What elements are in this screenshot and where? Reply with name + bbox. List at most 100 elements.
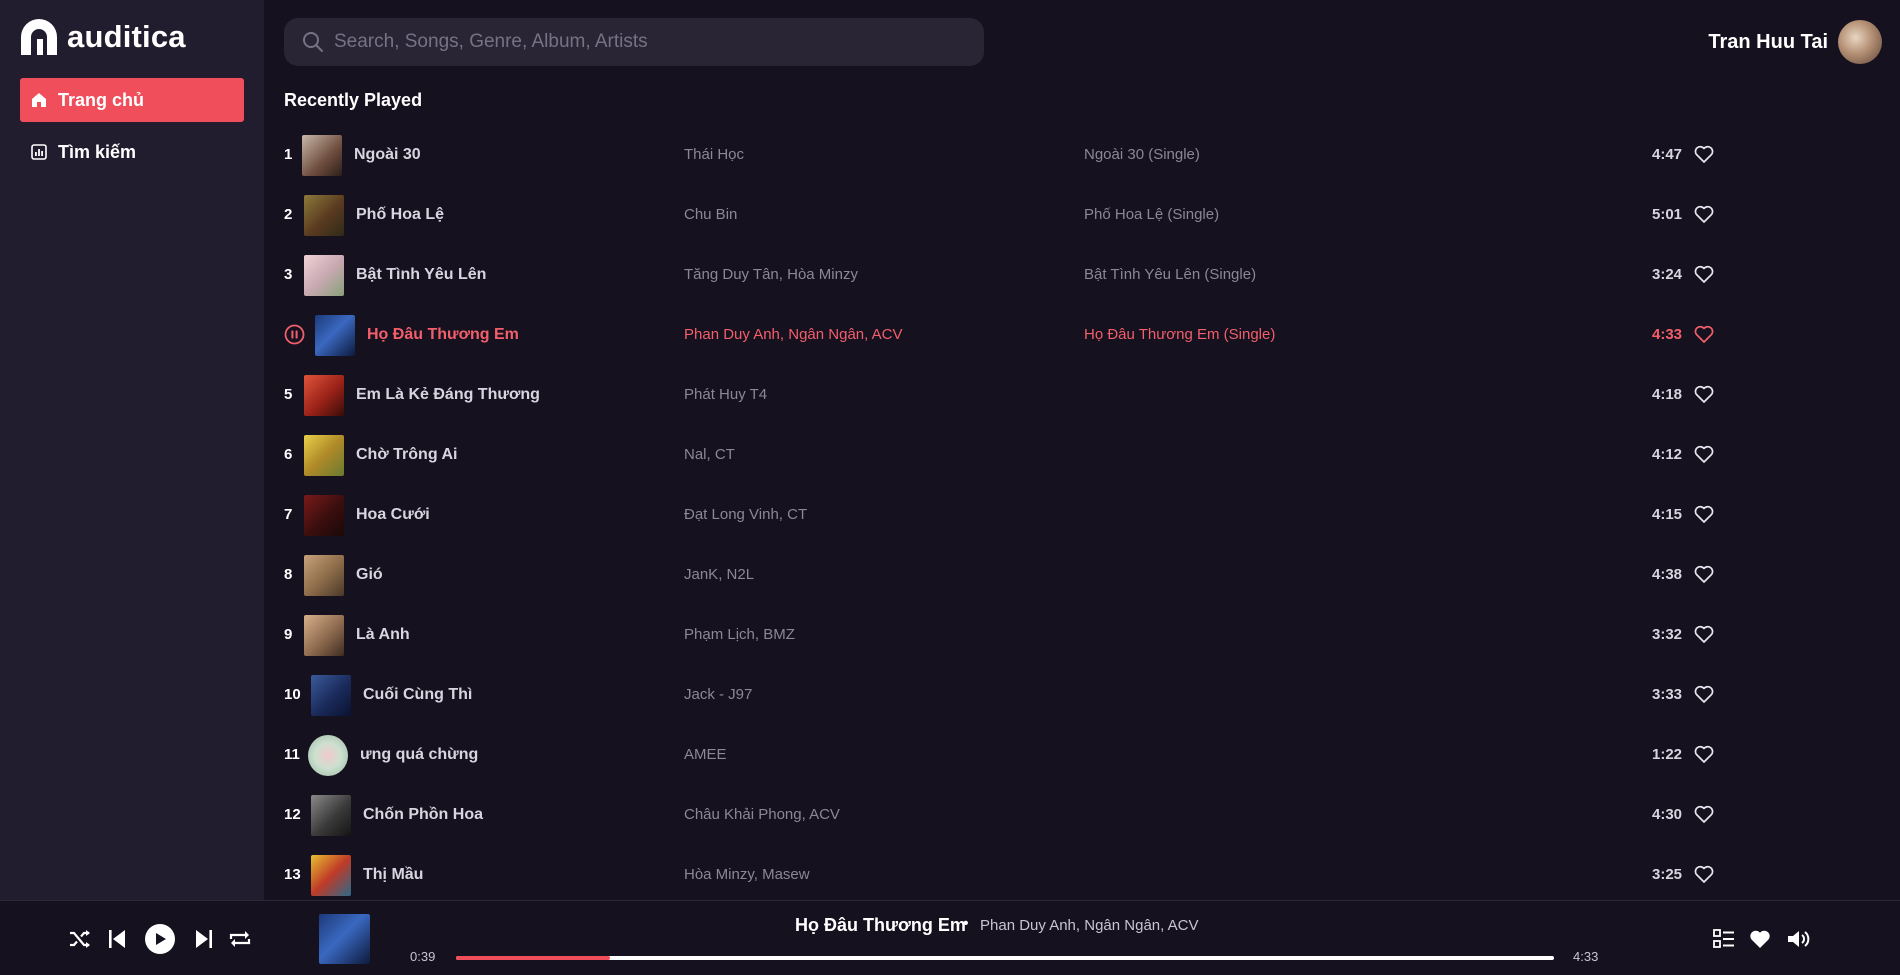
separator-dot: • [963, 915, 969, 932]
heart-icon[interactable] [1694, 325, 1714, 343]
track-duration: 4:38 [1652, 566, 1683, 583]
track-cover [308, 735, 348, 776]
track-row[interactable]: 2 Phố Hoa Lệ Chu Bin Phố Hoa Lệ (Single)… [284, 186, 1724, 246]
track-title[interactable]: Gió [356, 566, 383, 584]
track-duration: 4:47 [1652, 146, 1683, 163]
app-logo[interactable]: auditica [19, 17, 186, 57]
track-row[interactable]: 11 ưng quá chừng AMEE 1:22 [284, 726, 1724, 786]
track-artist[interactable]: JanK, N2L [684, 566, 754, 583]
track-cover [302, 135, 342, 176]
track-duration: 4:33 [1652, 326, 1683, 343]
track-row[interactable]: 1 Ngoài 30 Thái Học Ngoài 30 (Single) 4:… [284, 126, 1724, 186]
search-icon [303, 32, 323, 52]
track-row[interactable]: 6 Chờ Trông Ai Nal, CT 4:12 [284, 426, 1724, 486]
track-row[interactable]: 5 Em Là Kẻ Đáng Thương Phát Huy T4 4:18 [284, 366, 1724, 426]
previous-icon[interactable] [108, 929, 126, 949]
heart-icon[interactable] [1694, 385, 1714, 403]
track-artist[interactable]: Phan Duy Anh, Ngân Ngân, ACV [684, 326, 902, 343]
play-button[interactable] [145, 924, 175, 954]
track-artist[interactable]: Châu Khải Phong, ACV [684, 806, 840, 823]
avatar[interactable] [1838, 20, 1882, 64]
track-title[interactable]: Là Anh [356, 626, 410, 644]
now-playing-title[interactable]: Họ Đâu Thương Em [795, 915, 966, 936]
sidebar: auditica Trang chủ Tìm kiếm [0, 0, 264, 900]
track-row[interactable]: 9 Là Anh Phạm Lịch, BMZ 3:32 [284, 606, 1724, 666]
track-number: 5 [284, 386, 293, 403]
user-profile[interactable]: Tran Huu Tai [1708, 20, 1882, 64]
track-duration: 3:32 [1652, 626, 1683, 643]
track-artist[interactable]: Tăng Duy Tân, Hòa Minzy [684, 266, 858, 283]
next-icon[interactable] [195, 929, 213, 949]
track-duration: 4:18 [1652, 386, 1683, 403]
track-artist[interactable]: Hòa Minzy, Masew [684, 866, 810, 883]
now-playing-artist[interactable]: Phan Duy Anh, Ngân Ngân, ACV [980, 917, 1198, 934]
progress-bar[interactable] [456, 956, 1554, 960]
volume-icon[interactable] [1786, 928, 1812, 950]
track-cover [304, 615, 344, 656]
heart-icon[interactable] [1694, 745, 1714, 763]
now-playing-cover[interactable] [319, 914, 370, 964]
shuffle-icon[interactable] [68, 928, 92, 950]
track-title[interactable]: Phố Hoa Lệ [356, 206, 444, 224]
repeat-icon[interactable] [228, 928, 252, 950]
track-title[interactable]: Chờ Trông Ai [356, 446, 457, 464]
heart-icon[interactable] [1694, 505, 1714, 523]
track-row[interactable]: 3 Bật Tình Yêu Lên Tăng Duy Tân, Hòa Min… [284, 246, 1724, 306]
heart-icon[interactable] [1694, 265, 1714, 283]
heart-icon[interactable] [1694, 805, 1714, 823]
user-name: Tran Huu Tai [1708, 30, 1828, 53]
track-row[interactable]: 13 Thị Mầu Hòa Minzy, Masew 3:25 [284, 846, 1724, 906]
track-cover [304, 555, 344, 596]
track-title[interactable]: Hoa Cưới [356, 506, 430, 524]
track-title[interactable]: Chốn Phồn Hoa [363, 806, 483, 824]
track-album[interactable]: Phố Hoa Lệ (Single) [1084, 206, 1219, 223]
heart-icon[interactable] [1694, 685, 1714, 703]
track-number: 6 [284, 446, 293, 463]
track-row[interactable]: 10 Cuối Cùng Thì Jack - J97 3:33 [284, 666, 1724, 726]
track-row[interactable]: 7 Hoa Cưới Đạt Long Vinh, CT 4:15 [284, 486, 1724, 546]
track-title[interactable]: Ngoài 30 [354, 146, 421, 164]
play-icon [156, 933, 166, 945]
sidebar-item-home[interactable]: Trang chủ [20, 78, 244, 122]
track-artist[interactable]: AMEE [684, 746, 727, 763]
current-time: 0:39 [410, 949, 436, 964]
track-title[interactable]: Họ Đâu Thương Em [367, 326, 519, 344]
heart-icon[interactable] [1749, 929, 1771, 949]
track-number: 8 [284, 566, 293, 583]
track-artist[interactable]: Thái Học [684, 146, 744, 163]
track-cover [311, 855, 351, 896]
track-title[interactable]: Thị Mầu [363, 866, 423, 884]
heart-icon[interactable] [1694, 625, 1714, 643]
track-artist[interactable]: Jack - J97 [684, 686, 752, 703]
track-row[interactable]: 8 Gió JanK, N2L 4:38 [284, 546, 1724, 606]
track-title[interactable]: Em Là Kẻ Đáng Thương [356, 386, 540, 404]
pause-icon[interactable] [284, 324, 305, 345]
heart-icon[interactable] [1694, 445, 1714, 463]
track-album[interactable]: Bật Tình Yêu Lên (Single) [1084, 266, 1256, 283]
track-artist[interactable]: Phạm Lịch, BMZ [684, 626, 795, 643]
track-artist[interactable]: Nal, CT [684, 446, 735, 463]
track-title[interactable]: Bật Tình Yêu Lên [356, 266, 486, 284]
track-artist[interactable]: Phát Huy T4 [684, 386, 767, 403]
track-cover [311, 675, 351, 716]
track-number: 12 [284, 806, 301, 823]
track-row-playing[interactable]: Họ Đâu Thương Em Phan Duy Anh, Ngân Ngân… [284, 306, 1724, 366]
heart-icon[interactable] [1694, 145, 1714, 163]
track-album[interactable]: Ngoài 30 (Single) [1084, 146, 1200, 163]
track-artist[interactable]: Đạt Long Vinh, CT [684, 506, 807, 523]
track-number: 1 [284, 146, 293, 163]
heart-icon[interactable] [1694, 565, 1714, 583]
track-title[interactable]: ưng quá chừng [360, 746, 478, 764]
track-duration: 4:15 [1652, 506, 1683, 523]
track-artist[interactable]: Chu Bin [684, 206, 737, 223]
heart-icon[interactable] [1694, 205, 1714, 223]
track-album[interactable]: Họ Đâu Thương Em (Single) [1084, 326, 1275, 343]
search-bar[interactable] [284, 18, 984, 66]
heart-icon[interactable] [1694, 865, 1714, 883]
queue-icon[interactable] [1713, 929, 1735, 949]
search-input[interactable] [334, 31, 954, 53]
sidebar-item-search[interactable]: Tìm kiếm [20, 130, 244, 174]
app-name: auditica [67, 19, 186, 54]
track-title[interactable]: Cuối Cùng Thì [363, 686, 472, 704]
track-row[interactable]: 12 Chốn Phồn Hoa Châu Khải Phong, ACV 4:… [284, 786, 1724, 846]
